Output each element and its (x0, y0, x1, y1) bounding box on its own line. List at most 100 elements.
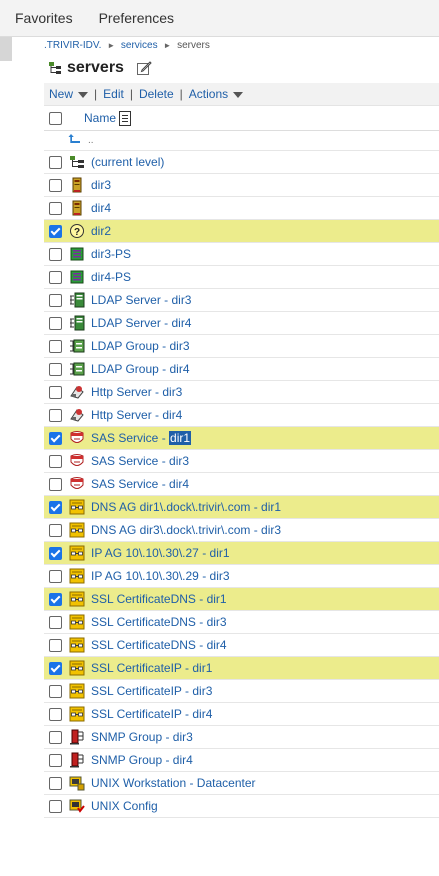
table-row[interactable]: SSL CertificateIP - dir4 (44, 703, 439, 726)
breadcrumb-root[interactable]: .TRIVIR-IDV. (44, 40, 101, 51)
row-checkbox[interactable] (49, 615, 62, 629)
row-checkbox[interactable] (49, 454, 62, 468)
edit-icon[interactable] (136, 60, 152, 76)
row-checkbox[interactable] (49, 546, 62, 560)
table-row[interactable]: SSL CertificateDNS - dir1 (44, 588, 439, 611)
row-label[interactable]: SSL CertificateIP - dir3 (91, 684, 212, 698)
table-row[interactable]: SSL CertificateIP - dir1 (44, 657, 439, 680)
new-menu-button[interactable]: New (49, 87, 89, 101)
table-row[interactable]: LDAP Server - dir3 (44, 289, 439, 312)
row-checkbox[interactable] (49, 638, 62, 652)
row-label[interactable]: LDAP Group - dir3 (91, 339, 190, 353)
row-checkbox[interactable] (49, 730, 62, 744)
table-row[interactable]: LDAP Group - dir3 (44, 335, 439, 358)
row-label[interactable]: SSL CertificateDNS - dir4 (91, 638, 227, 652)
row-label[interactable]: SSL CertificateDNS - dir3 (91, 615, 227, 629)
row-checkbox[interactable] (49, 293, 62, 307)
row-checkbox[interactable] (49, 316, 62, 330)
row-checkbox[interactable] (49, 178, 62, 192)
left-panel-edge[interactable] (0, 37, 12, 61)
row-checkbox[interactable] (49, 201, 62, 215)
row-checkbox[interactable] (49, 477, 62, 491)
table-row[interactable]: LDAP Server - dir4 (44, 312, 439, 335)
name-column-header[interactable]: Name (84, 111, 116, 125)
table-row[interactable]: dir4-PS (44, 266, 439, 289)
row-label[interactable]: Http Server - dir4 (91, 408, 182, 422)
table-row[interactable]: dir3 (44, 174, 439, 197)
table-row[interactable]: ? dir2 (44, 220, 439, 243)
table-row[interactable]: Http Server - dir4 (44, 404, 439, 427)
row-checkbox[interactable] (49, 707, 62, 721)
select-all-checkbox[interactable] (49, 111, 62, 125)
row-checkbox[interactable] (49, 385, 62, 399)
sort-icon[interactable] (119, 110, 132, 126)
row-checkbox[interactable] (49, 523, 62, 537)
table-row[interactable]: SSL CertificateDNS - dir4 (44, 634, 439, 657)
row-checkbox[interactable] (49, 362, 62, 376)
table-row[interactable]: SAS Service - dir4 (44, 473, 439, 496)
table-row[interactable]: IP AG 10\.10\.30\.29 - dir3 (44, 565, 439, 588)
row-label[interactable]: SSL CertificateIP - dir4 (91, 707, 212, 721)
row-label[interactable]: SAS Service - dir4 (91, 477, 189, 491)
row-checkbox[interactable] (49, 753, 62, 767)
row-label[interactable]: IP AG 10\.10\.30\.29 - dir3 (91, 569, 230, 583)
row-label[interactable]: SNMP Group - dir4 (91, 753, 193, 767)
row-label[interactable]: SAS Service - dir3 (91, 454, 189, 468)
row-label[interactable]: LDAP Group - dir4 (91, 362, 190, 376)
row-label[interactable]: SNMP Group - dir3 (91, 730, 193, 744)
table-row[interactable]: dir3-PS (44, 243, 439, 266)
up-arrow-icon[interactable] (68, 133, 82, 148)
actions-menu-button[interactable]: Actions (189, 87, 244, 101)
row-label[interactable]: dir4-PS (91, 270, 131, 284)
parent-link[interactable]: .. (88, 135, 94, 146)
row-label[interactable]: UNIX Workstation - Datacenter (91, 776, 256, 790)
row-checkbox[interactable] (49, 408, 62, 422)
row-label[interactable]: (current level) (91, 155, 164, 169)
row-label[interactable]: dir2 (91, 224, 111, 238)
row-checkbox[interactable] (49, 224, 62, 238)
row-label[interactable]: DNS AG dir1\.dock\.trivir\.com - dir1 (91, 500, 281, 514)
row-label[interactable]: SSL CertificateIP - dir1 (91, 661, 212, 675)
row-checkbox[interactable] (49, 776, 62, 790)
row-label[interactable]: dir4 (91, 201, 111, 215)
row-label[interactable]: SAS Service - dir1 (91, 431, 192, 445)
table-row[interactable]: SAS Service - dir1 (44, 427, 439, 450)
table-row[interactable]: (current level) (44, 151, 439, 174)
row-label[interactable]: UNIX Config (91, 799, 158, 813)
row-checkbox[interactable] (49, 155, 62, 169)
table-row[interactable]: SSL CertificateDNS - dir3 (44, 611, 439, 634)
row-label[interactable]: IP AG 10\.10\.30\.27 - dir1 (91, 546, 230, 560)
table-row[interactable]: Http Server - dir3 (44, 381, 439, 404)
table-row[interactable]: UNIX Workstation - Datacenter (44, 772, 439, 795)
delete-button[interactable]: Delete (139, 87, 174, 101)
table-row[interactable]: IP AG 10\.10\.30\.27 - dir1 (44, 542, 439, 565)
row-checkbox[interactable] (49, 799, 62, 813)
menu-preferences[interactable]: Preferences (99, 10, 174, 26)
row-checkbox[interactable] (49, 684, 62, 698)
row-checkbox[interactable] (49, 661, 62, 675)
row-label[interactable]: LDAP Server - dir4 (91, 316, 191, 330)
table-row[interactable]: DNS AG dir1\.dock\.trivir\.com - dir1 (44, 496, 439, 519)
table-row[interactable]: SNMP Group - dir4 (44, 749, 439, 772)
menu-favorites[interactable]: Favorites (15, 10, 73, 26)
breadcrumb-services[interactable]: services (121, 40, 158, 51)
row-checkbox[interactable] (49, 431, 62, 445)
row-checkbox[interactable] (49, 592, 62, 606)
parent-folder-row[interactable]: .. (44, 131, 439, 151)
row-label[interactable]: DNS AG dir3\.dock\.trivir\.com - dir3 (91, 523, 281, 537)
table-row[interactable]: SSL CertificateIP - dir3 (44, 680, 439, 703)
row-label[interactable]: LDAP Server - dir3 (91, 293, 191, 307)
row-label[interactable]: Http Server - dir3 (91, 385, 182, 399)
row-label[interactable]: SSL CertificateDNS - dir1 (91, 592, 227, 606)
table-row[interactable]: SAS Service - dir3 (44, 450, 439, 473)
edit-button[interactable]: Edit (103, 87, 124, 101)
row-label[interactable]: dir3-PS (91, 247, 131, 261)
table-row[interactable]: LDAP Group - dir4 (44, 358, 439, 381)
table-row[interactable]: dir4 (44, 197, 439, 220)
row-checkbox[interactable] (49, 569, 62, 583)
row-checkbox[interactable] (49, 247, 62, 261)
table-row[interactable]: DNS AG dir3\.dock\.trivir\.com - dir3 (44, 519, 439, 542)
row-checkbox[interactable] (49, 500, 62, 514)
row-checkbox[interactable] (49, 270, 62, 284)
row-label[interactable]: dir3 (91, 178, 111, 192)
